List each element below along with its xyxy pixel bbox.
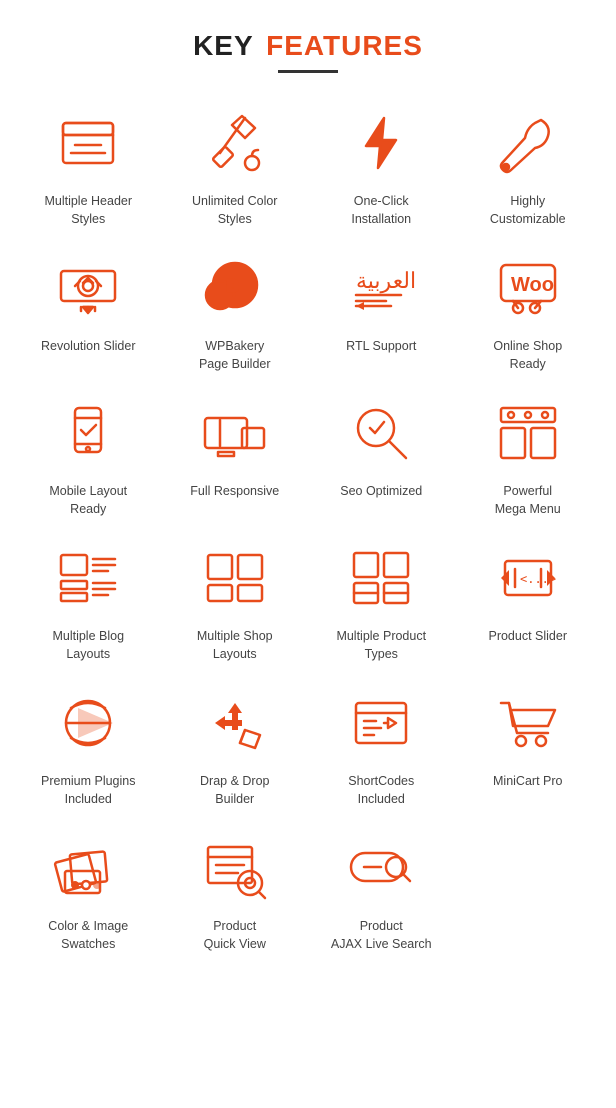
feature-item-multiple-shop-layouts: Multiple ShopLayouts (167, 538, 304, 663)
feature-item-color-image-swatches: Color & ImageSwatches (20, 828, 157, 953)
feature-item-rtl-support: العربية RTL Support (313, 248, 450, 373)
feature-label-product-ajax-live-search: ProductAJAX Live Search (331, 918, 432, 953)
feature-label-drag-drop-builder: Drap & DropBuilder (200, 773, 269, 808)
feature-item-full-responsive: Full Responsive (167, 393, 304, 518)
feature-label-multiple-product-types: Multiple ProductTypes (336, 628, 426, 663)
svg-text:العربية: العربية (356, 268, 416, 294)
feature-label-rtl-support: RTL Support (346, 338, 416, 356)
feature-label-multiple-shop-layouts: Multiple ShopLayouts (197, 628, 273, 663)
feature-label-color-image-swatches: Color & ImageSwatches (48, 918, 128, 953)
feature-label-product-quick-view: ProductQuick View (204, 918, 266, 953)
title-features: FEATURES (266, 30, 423, 61)
color-image-swatches-icon (48, 828, 128, 908)
feature-item-minicart-pro: MiniCart Pro (460, 683, 597, 808)
page-wrapper: KEY FEATURES Multiple HeaderStyles Unlimi… (0, 0, 616, 993)
feature-label-highly-customizable: HighlyCustomizable (490, 193, 566, 228)
features-grid: Multiple HeaderStyles Unlimited ColorStyl… (20, 103, 596, 953)
multiple-blog-layouts-icon (48, 538, 128, 618)
feature-label-premium-plugins-included: Premium PluginsIncluded (41, 773, 135, 808)
feature-label-unlimited-color-styles: Unlimited ColorStyles (192, 193, 277, 228)
feature-label-shortcodes-included: ShortCodesIncluded (348, 773, 414, 808)
feature-label-powerful-mega-menu: PowerfulMega Menu (495, 483, 561, 518)
unlimited-color-styles-icon (195, 103, 275, 183)
feature-item-product-ajax-live-search: ProductAJAX Live Search (313, 828, 450, 953)
feature-item-multiple-product-types: Multiple ProductTypes (313, 538, 450, 663)
wpbakery-page-builder-icon: B (195, 248, 275, 328)
multiple-header-styles-icon (48, 103, 128, 183)
mobile-layout-ready-icon (48, 393, 128, 473)
multiple-product-types-icon (341, 538, 421, 618)
feature-item-revolution-slider: Revolution Slider (20, 248, 157, 373)
feature-item-product-quick-view: ProductQuick View (167, 828, 304, 953)
feature-item-unlimited-color-styles: Unlimited ColorStyles (167, 103, 304, 228)
product-ajax-live-search-icon (341, 828, 421, 908)
feature-label-full-responsive: Full Responsive (190, 483, 279, 501)
highly-customizable-icon (488, 103, 568, 183)
feature-label-online-shop-ready: Online ShopReady (493, 338, 562, 373)
feature-label-seo-optimized: Seo Optimized (340, 483, 422, 501)
product-quick-view-icon (195, 828, 275, 908)
premium-plugins-included-icon (48, 683, 128, 763)
feature-item-multiple-header-styles: Multiple HeaderStyles (20, 103, 157, 228)
page-title: KEY FEATURES (20, 30, 596, 62)
feature-item-one-click-installation: One-ClickInstallation (313, 103, 450, 228)
feature-item-seo-optimized: Seo Optimized (313, 393, 450, 518)
feature-item-multiple-blog-layouts: Multiple BlogLayouts (20, 538, 157, 663)
feature-item-wpbakery-page-builder: B WPBakeryPage Builder (167, 248, 304, 373)
feature-item-highly-customizable: HighlyCustomizable (460, 103, 597, 228)
feature-item-premium-plugins-included: Premium PluginsIncluded (20, 683, 157, 808)
feature-label-wpbakery-page-builder: WPBakeryPage Builder (199, 338, 271, 373)
feature-label-revolution-slider: Revolution Slider (41, 338, 136, 356)
minicart-pro-icon (488, 683, 568, 763)
drag-drop-builder-icon (195, 683, 275, 763)
rtl-support-icon: العربية (341, 248, 421, 328)
feature-item-product-slider: <...> Product Slider (460, 538, 597, 663)
feature-label-minicart-pro: MiniCart Pro (493, 773, 562, 791)
seo-optimized-icon (341, 393, 421, 473)
feature-item-drag-drop-builder: Drap & DropBuilder (167, 683, 304, 808)
feature-label-one-click-installation: One-ClickInstallation (351, 193, 411, 228)
online-shop-ready-icon: Woo (488, 248, 568, 328)
feature-label-product-slider: Product Slider (488, 628, 567, 646)
shortcodes-included-icon (341, 683, 421, 763)
multiple-shop-layouts-icon (195, 538, 275, 618)
revolution-slider-icon (48, 248, 128, 328)
feature-label-multiple-header-styles: Multiple HeaderStyles (44, 193, 132, 228)
svg-text:B: B (227, 278, 239, 295)
powerful-mega-menu-icon (488, 393, 568, 473)
one-click-installation-icon (341, 103, 421, 183)
feature-item-online-shop-ready: Woo Online ShopReady (460, 248, 597, 373)
title-underline (278, 70, 338, 73)
feature-label-multiple-blog-layouts: Multiple BlogLayouts (52, 628, 124, 663)
feature-item-mobile-layout-ready: Mobile LayoutReady (20, 393, 157, 518)
feature-item-powerful-mega-menu: PowerfulMega Menu (460, 393, 597, 518)
feature-label-mobile-layout-ready: Mobile LayoutReady (49, 483, 127, 518)
full-responsive-icon (195, 393, 275, 473)
feature-item-shortcodes-included: ShortCodesIncluded (313, 683, 450, 808)
title-key: KEY (193, 30, 254, 61)
svg-text:Woo: Woo (511, 274, 554, 296)
svg-text:<...>: <...> (520, 572, 556, 586)
product-slider-icon: <...> (488, 538, 568, 618)
